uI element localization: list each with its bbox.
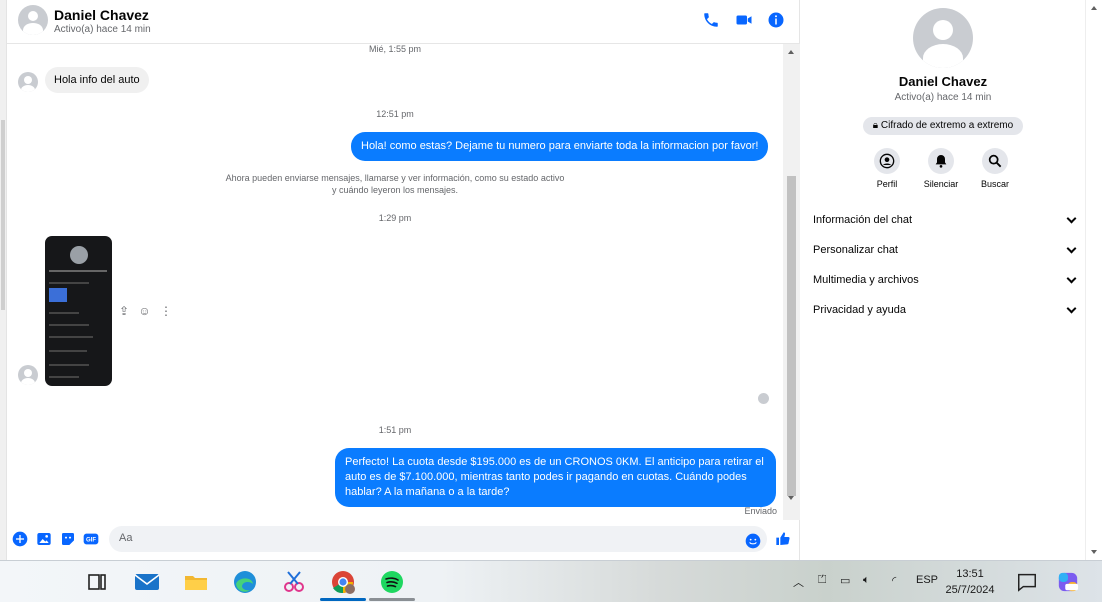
scroll-thumb[interactable] [787,176,796,496]
timestamp: 12:51 pm [376,109,414,119]
permission-notice: Ahora pueden enviarse mensajes, llamarse… [225,173,565,195]
info-icon[interactable] [767,11,785,29]
delivery-status: Enviado [744,506,777,516]
chat-info-panel: Daniel Chavez Activo(a) hace 14 min 🔒︎ C… [801,0,1085,560]
chat-header: Daniel Chavez Activo(a) hace 14 min [7,0,800,44]
encryption-badge[interactable]: 🔒︎ Cifrado de extremo a extremo [863,117,1023,135]
messenger-window: Daniel Chavez Activo(a) hace 14 min Mié,… [0,0,1102,560]
section-label: Privacidad y ayuda [813,304,906,316]
section-privacy-help[interactable]: Privacidad y ayuda [813,296,1077,326]
task-view-icon[interactable] [84,569,110,595]
profile-action[interactable]: Perfil [857,148,917,189]
section-customize-chat[interactable]: Personalizar chat [813,236,1077,266]
profile-status: Activo(a) hace 14 min [894,92,992,103]
spotify-icon[interactable] [379,569,405,595]
chat-scrollbar[interactable] [783,44,800,520]
chevron-down-icon [1066,273,1077,284]
gif-icon[interactable]: GIF [83,531,99,547]
svg-text:GIF: GIF [86,538,96,544]
sticker-icon[interactable] [60,531,76,547]
message-list[interactable]: Mié, 1:55 pm Hola info del auto 12:51 pm… [7,44,783,520]
emoji-icon[interactable] [745,533,761,549]
mail-icon[interactable] [134,569,160,595]
chat-panel: Daniel Chavez Activo(a) hace 14 min Mié,… [7,0,800,560]
left-scroll-thumb[interactable] [1,120,5,310]
search-icon [988,154,1002,168]
system-clock[interactable]: 13:51 25/7/2024 [942,566,998,598]
profile-name: Daniel Chavez [898,74,988,89]
phone-call-icon[interactable] [702,11,720,29]
scroll-up-arrow[interactable] [788,50,794,54]
mute-action-label: Silenciar [923,179,959,189]
section-chat-info[interactable]: Información del chat [813,206,1077,236]
bell-icon [935,155,947,168]
timestamp: 1:29 pm [378,213,412,223]
encryption-label: Cifrado de extremo a extremo [880,120,1014,131]
input-language[interactable]: ESP [916,574,938,586]
timestamp: Mié, 1:55 pm [368,44,422,54]
search-action-label: Buscar [980,179,1009,189]
video-call-icon[interactable] [735,11,753,29]
section-label: Personalizar chat [813,244,898,256]
contact-avatar[interactable] [18,5,48,35]
copilot-icon[interactable] [1057,571,1079,593]
profile-icon [879,153,895,169]
windows-taskbar: ︿ ⏍ ▭ 🔈︎ ◜ ESP 13:51 25/7/2024 [0,560,1102,602]
message-composer: GIF Aa [7,520,800,560]
wifi-icon[interactable]: ◜ [892,574,896,587]
battery-icon[interactable]: ▭ [840,574,850,587]
lock-icon: 🔒︎ [872,120,879,131]
image-attachment[interactable] [45,236,112,386]
screenshot-avatar [70,246,88,264]
sender-avatar[interactable] [18,72,38,92]
sender-avatar[interactable] [18,365,38,385]
read-receipt-avatar [758,393,769,404]
chevron-down-icon [1066,213,1077,224]
section-media-files[interactable]: Multimedia y archivos [813,266,1077,296]
scroll-down-arrow[interactable] [788,496,794,500]
profile-action-label: Perfil [876,179,898,189]
message-outgoing[interactable]: Perfecto! La cuota desde $195.000 es de … [335,448,776,507]
mute-action[interactable]: Silenciar [911,148,971,189]
message-actions: ⇪ ☺ ⋮ [119,304,172,318]
search-action[interactable]: Buscar [965,148,1025,189]
info-scrollbar[interactable] [1085,0,1102,560]
emoji-react-icon[interactable]: ☺ [138,304,150,318]
edge-browser-icon[interactable] [232,569,258,595]
usb-device-icon[interactable]: ⏍ [818,574,826,587]
snipping-tool-icon[interactable] [281,569,307,595]
contact-status: Activo(a) hace 14 min [54,24,151,35]
more-options-icon[interactable]: ⋮ [160,304,172,318]
clock-time: 13:51 [956,568,984,580]
message-input-placeholder: Aa [119,532,133,544]
chevron-down-icon [1066,303,1077,314]
show-hidden-icons-chevron[interactable]: ︿ [793,574,804,590]
profile-avatar[interactable] [913,8,973,68]
gallery-icon[interactable] [36,531,52,547]
scroll-up-arrow[interactable] [1091,6,1097,10]
screenshot-thumbnail [49,288,67,302]
like-thumb-icon[interactable] [775,531,791,547]
section-label: Multimedia y archivos [813,274,919,286]
file-explorer-icon[interactable] [183,569,209,595]
message-incoming[interactable]: Hola info del auto [45,67,149,93]
share-icon[interactable]: ⇪ [119,304,129,318]
chevron-down-icon [1066,243,1077,254]
notifications-icon[interactable] [1016,571,1038,593]
timestamp: 1:51 pm [378,425,412,435]
left-scroll-strip [0,0,7,560]
clock-date: 25/7/2024 [945,584,995,596]
message-input[interactable]: Aa [109,526,767,552]
section-label: Información del chat [813,214,913,226]
plus-icon[interactable] [12,531,28,547]
contact-name[interactable]: Daniel Chavez [54,7,149,23]
chrome-icon[interactable] [330,569,356,595]
scroll-down-arrow[interactable] [1091,550,1097,554]
message-outgoing[interactable]: Hola! como estas? Dejame tu numero para … [351,132,769,161]
volume-icon[interactable]: 🔈︎ [863,574,870,587]
